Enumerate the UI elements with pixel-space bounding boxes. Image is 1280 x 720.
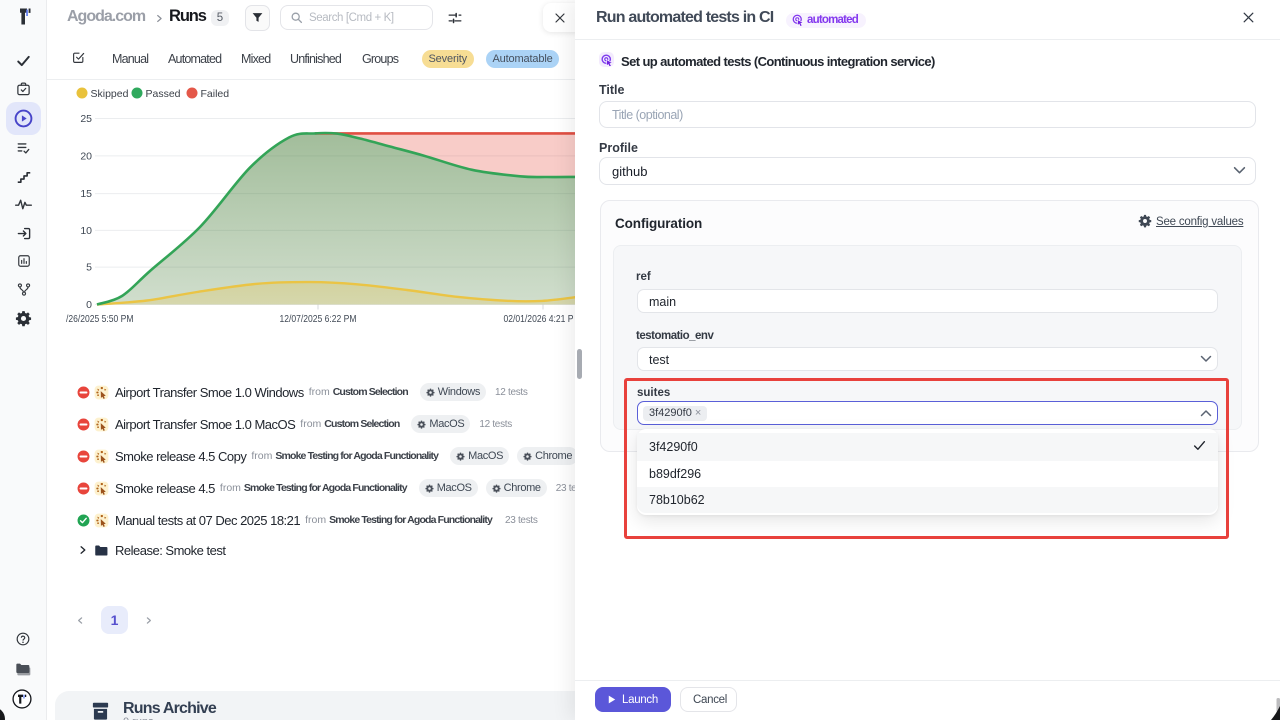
svg-text:5: 5	[86, 262, 92, 274]
svg-text:10: 10	[80, 225, 92, 237]
svg-text:/26/2025 5:50 PM: /26/2025 5:50 PM	[66, 313, 134, 325]
svg-text:12/07/2025 6:22 PM: 12/07/2025 6:22 PM	[280, 313, 357, 325]
svg-text:Failed: Failed	[201, 88, 230, 100]
svg-text:02/01/2026 4:21 P: 02/01/2026 4:21 P	[504, 313, 574, 325]
svg-text:25: 25	[80, 113, 92, 125]
svg-text:15: 15	[80, 188, 92, 200]
svg-text:Skipped: Skipped	[91, 88, 129, 100]
svg-text:0: 0	[86, 299, 92, 311]
svg-text:Passed: Passed	[146, 88, 181, 100]
svg-text:20: 20	[80, 150, 92, 162]
